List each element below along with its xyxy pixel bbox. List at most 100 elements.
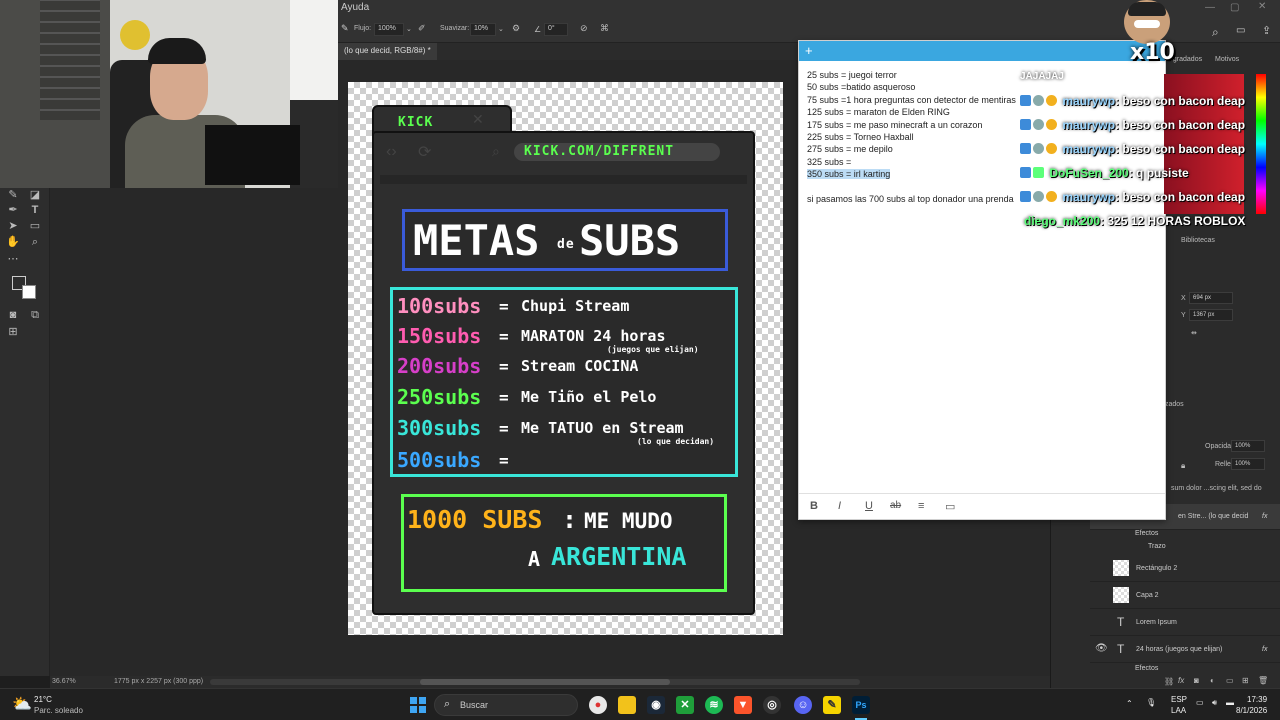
weather-icon[interactable]: ⛅ bbox=[12, 694, 32, 714]
chevron-down-icon[interactable]: ⌄ bbox=[498, 25, 504, 33]
image-button[interactable]: ▭ bbox=[945, 500, 955, 513]
fill-input[interactable]: 100% bbox=[1231, 458, 1265, 470]
xbox-icon[interactable]: ✕ bbox=[676, 696, 694, 714]
sticky-notes-icon[interactable]: ✎ bbox=[823, 696, 841, 714]
tab-patterns[interactable]: Motivos bbox=[1215, 56, 1239, 63]
x-input[interactable]: 694 px bbox=[1189, 292, 1233, 304]
layer-stroke-row[interactable]: Trazo bbox=[1090, 542, 1280, 556]
layer-effects-row[interactable]: Efectos bbox=[1090, 530, 1280, 542]
file-explorer-icon[interactable] bbox=[618, 696, 636, 714]
clock-time[interactable]: 17:39 bbox=[1247, 695, 1267, 704]
flip-icon[interactable]: ⇹ bbox=[1191, 329, 1197, 337]
strikethrough-button[interactable]: ab bbox=[890, 500, 901, 511]
smoothing-input[interactable]: 10% bbox=[470, 23, 496, 36]
note-line: 175 subs = me paso minecraft a un corazo… bbox=[807, 119, 983, 130]
goal-note: (juegos que elijan) bbox=[607, 345, 699, 354]
note-text[interactable]: 25 subs = juegoi terror 50 subs =batido … bbox=[807, 69, 1016, 205]
taskbar-search-box[interactable]: ⌕ Buscar bbox=[434, 694, 578, 716]
workspace-left bbox=[50, 188, 338, 676]
hand-tool-icon[interactable]: ✋ bbox=[6, 235, 20, 249]
path-select-icon[interactable]: ➤ bbox=[6, 219, 20, 233]
photoshop-icon[interactable]: Ps bbox=[852, 696, 870, 714]
screen-mode-icon[interactable]: ⧉ bbox=[28, 308, 42, 322]
goal-row: 500subs = bbox=[397, 448, 733, 476]
lock-icon[interactable]: 🔒︎ bbox=[1181, 461, 1185, 471]
spotify-icon[interactable]: ≋ bbox=[705, 696, 723, 714]
tab-libraries[interactable]: Bibliotecas bbox=[1181, 237, 1215, 244]
horizontal-scrollbar[interactable] bbox=[210, 679, 860, 685]
zoom-tool-icon[interactable]: ⌕ bbox=[28, 235, 42, 249]
extra-tool-icon[interactable]: ⊞ bbox=[6, 325, 20, 339]
window-maximize-icon[interactable]: ▢ bbox=[1230, 2, 1239, 13]
add-note-icon[interactable]: + bbox=[805, 43, 813, 58]
tray-expand-icon[interactable]: ⌃ bbox=[1126, 699, 1133, 708]
window-minimize-icon[interactable]: — bbox=[1205, 2, 1215, 13]
flow-input[interactable]: 100% bbox=[374, 23, 404, 36]
link-icon[interactable]: ⛓ bbox=[1164, 677, 1174, 686]
background-color-swatch[interactable] bbox=[22, 285, 36, 299]
network-icon[interactable]: ▭ bbox=[1196, 698, 1204, 707]
chrome-icon[interactable]: ● bbox=[589, 696, 607, 714]
weather-temp[interactable]: 21°C bbox=[34, 695, 52, 704]
eraser-tool-icon[interactable]: ◪ bbox=[28, 188, 42, 202]
gear-icon[interactable]: ⚙ bbox=[512, 23, 520, 34]
adjustment-icon[interactable]: ◐ bbox=[1210, 676, 1215, 685]
microphone-icon[interactable]: 🎙︎ bbox=[1146, 698, 1156, 707]
zoom-level[interactable]: 36.67% bbox=[52, 678, 76, 685]
layer-name: Lorem Ipsum bbox=[1136, 619, 1177, 626]
app-icon[interactable]: ◎ bbox=[763, 696, 781, 714]
folder-icon[interactable]: ▭ bbox=[1226, 676, 1234, 685]
badge-icon bbox=[1033, 95, 1044, 106]
pressure-icon[interactable]: ✐ bbox=[418, 23, 426, 34]
eye-icon[interactable]: 👁︎ bbox=[1095, 643, 1108, 654]
badge-icon bbox=[1020, 95, 1031, 106]
x-label: X bbox=[1181, 295, 1186, 302]
menu-help[interactable]: Ayuda bbox=[341, 2, 369, 13]
workspace-icon[interactable]: ▭ bbox=[1236, 25, 1245, 36]
volume-icon[interactable]: 🔊︎ bbox=[1212, 698, 1217, 708]
opacity-input[interactable]: 100% bbox=[1231, 440, 1265, 452]
discord-icon[interactable]: ☺ bbox=[794, 696, 812, 714]
new-layer-icon[interactable]: ⊞ bbox=[1242, 676, 1249, 685]
share-icon[interactable]: ⇪ bbox=[1262, 24, 1271, 37]
start-icon[interactable] bbox=[410, 697, 426, 713]
window-close-icon[interactable]: ✕ bbox=[1258, 1, 1266, 12]
underline-button[interactable]: U bbox=[865, 500, 873, 512]
search-icon[interactable]: ⌕ bbox=[1212, 25, 1219, 40]
note-line: 75 subs =1 hora preguntas con detector d… bbox=[807, 94, 1016, 105]
symmetry-icon[interactable]: ⌘ bbox=[600, 23, 609, 34]
layer-row[interactable]: Rectángulo 2 bbox=[1090, 556, 1280, 582]
fx-add-icon[interactable]: fx bbox=[1178, 676, 1184, 685]
title-metas: METAS bbox=[413, 216, 540, 265]
back-arrow-icon: ‹› bbox=[386, 143, 397, 160]
layer-effects-row[interactable]: Efectos bbox=[1090, 664, 1280, 676]
text-tool-icon[interactable]: T bbox=[28, 203, 42, 217]
note-titlebar[interactable]: + bbox=[799, 41, 1165, 61]
trash-icon[interactable]: 🗑︎ bbox=[1258, 676, 1268, 685]
y-input[interactable]: 1367 px bbox=[1189, 309, 1233, 321]
italic-button[interactable]: I bbox=[838, 500, 841, 512]
mask-icon[interactable]: ◙ bbox=[1194, 676, 1199, 685]
brave-icon[interactable]: ▼ bbox=[734, 696, 752, 714]
battery-icon[interactable]: ▬ bbox=[1226, 698, 1234, 707]
layer-row[interactable]: Capa 2 bbox=[1090, 583, 1280, 609]
chevron-down-icon[interactable]: ⌄ bbox=[406, 25, 412, 33]
steam-icon[interactable]: ◉ bbox=[647, 696, 665, 714]
angle-input[interactable]: 0° bbox=[544, 23, 568, 36]
more-tools-icon[interactable]: ⋯ bbox=[6, 252, 20, 266]
rectangle-tool-icon[interactable]: ▭ bbox=[28, 219, 42, 233]
title-subs: SUBS bbox=[579, 216, 681, 265]
layer-row[interactable]: 👁︎ T 24 horas (juegos que elijan) fx bbox=[1090, 637, 1280, 663]
brush-tool-icon[interactable]: ✎ bbox=[6, 188, 20, 202]
list-button[interactable]: ≡ bbox=[918, 500, 924, 512]
quick-mask-icon[interactable]: ◙ bbox=[6, 308, 20, 322]
layer-row[interactable]: T Lorem Ipsum bbox=[1090, 610, 1280, 636]
bold-button[interactable]: B bbox=[810, 500, 818, 512]
badge-icon bbox=[1020, 143, 1031, 154]
pen-tool-icon[interactable]: ✒ bbox=[6, 203, 20, 217]
pressure-size-icon[interactable]: ⊘ bbox=[580, 23, 588, 34]
document-tab[interactable]: (lo que decid, RGB/8#) * bbox=[338, 43, 437, 60]
goals-box: 100subs = Chupi Stream 150subs = MARATON 24 h… bbox=[390, 287, 738, 477]
language-primary[interactable]: ESP bbox=[1171, 695, 1187, 704]
brush-icon[interactable]: ✎ bbox=[341, 23, 349, 34]
